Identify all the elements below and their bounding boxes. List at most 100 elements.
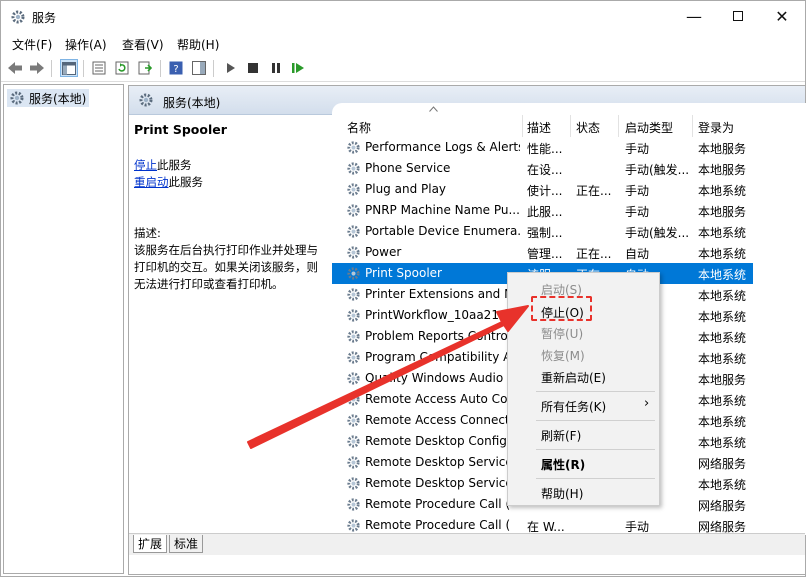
cell-log-on-as: 本地服务: [698, 373, 747, 387]
restart-service-link[interactable]: 重启动: [134, 175, 169, 189]
service-gear-icon: [347, 477, 360, 490]
column-startup-type[interactable]: 启动类型: [625, 119, 673, 136]
menu-bar: 文件(F) 操作(A) 查看(V) 帮助(H): [1, 33, 805, 54]
table-row[interactable]: Remote Procedure Call (在 W... 手动 网络服务: [332, 515, 753, 535]
cell-startup-type: 手动: [625, 184, 650, 198]
restart-service-button[interactable]: [289, 59, 307, 77]
service-gear-icon: [347, 435, 360, 448]
pause-service-button[interactable]: [267, 59, 285, 77]
cell-name: Phone Service: [365, 161, 451, 175]
show-tree-button[interactable]: [60, 59, 78, 77]
minimize-button[interactable]: —: [672, 1, 716, 31]
back-arrow-icon: [8, 62, 22, 74]
description-text: 该服务在后台执行打印作业并处理与打印机的交互。如果关闭该服务，则无法进行打印或查…: [134, 243, 318, 291]
cell-name: Program Compatibility A: [365, 350, 512, 364]
menu-item-resume[interactable]: 恢复(M): [541, 347, 585, 364]
console-tree-icon: [62, 61, 76, 75]
play-icon: [227, 63, 235, 73]
menu-view[interactable]: 查看(V): [122, 36, 164, 53]
cell-name: Portable Device Enumera...: [365, 224, 520, 238]
stop-link-suffix: 此服务: [157, 158, 192, 172]
cell-startup-type: 手动: [625, 142, 650, 156]
column-status[interactable]: 状态: [576, 119, 600, 136]
service-gear-icon: [347, 246, 360, 259]
column-log-on-as[interactable]: 登录为: [698, 119, 734, 136]
submenu-chevron-icon: ›: [644, 396, 650, 411]
menu-item-properties[interactable]: 属性(R): [541, 456, 585, 473]
table-row[interactable]: Power 管理... 正在... 自动 本地系统: [332, 242, 753, 263]
cell-name: PrintWorkflow_10aa21: [365, 308, 499, 322]
cell-status: 正在...: [576, 184, 612, 198]
menu-item-refresh[interactable]: 刷新(F): [541, 427, 581, 444]
menu-item-all-tasks[interactable]: 所有任务(K): [541, 398, 606, 415]
menu-help[interactable]: 帮助(H): [177, 36, 219, 53]
menu-item-restart[interactable]: 重新启动(E): [541, 369, 606, 386]
close-icon: ✕: [775, 6, 789, 26]
services-gear-icon: [10, 91, 24, 105]
column-description[interactable]: 描述: [527, 119, 551, 136]
cell-status: 正在...: [576, 247, 612, 261]
services-gear-icon: [139, 93, 153, 107]
cell-log-on-as: 本地系统: [698, 352, 747, 366]
table-row[interactable]: Performance Logs & Alerts 性能... 手动 本地服务: [332, 137, 753, 158]
menu-action[interactable]: 操作(A): [65, 36, 107, 53]
forward-button[interactable]: [28, 59, 46, 77]
cell-log-on-as: 网络服务: [698, 499, 747, 513]
service-gear-icon: [347, 372, 360, 385]
cell-name: Quality Windows Audio V: [365, 371, 516, 385]
start-service-button[interactable]: [222, 59, 240, 77]
cell-log-on-as: 本地服务: [698, 205, 747, 219]
refresh-icon: [115, 61, 129, 75]
cell-log-on-as: 本地服务: [698, 142, 747, 156]
export-list-icon: [138, 61, 152, 75]
cell-log-on-as: 本地系统: [698, 184, 747, 198]
service-gear-icon: [347, 204, 360, 217]
refresh-button[interactable]: [113, 59, 131, 77]
stop-highlight-box: [531, 296, 592, 321]
cell-name: Plug and Play: [365, 182, 447, 196]
cell-description: 性能...: [527, 142, 563, 156]
cell-log-on-as: 本地系统: [698, 289, 747, 303]
tab-standard[interactable]: 标准: [169, 535, 204, 553]
stop-service-button[interactable]: [244, 59, 262, 77]
view-tabs: 扩展 标准: [129, 533, 805, 555]
cell-description: 管理...: [527, 247, 563, 261]
maximize-button[interactable]: [716, 1, 760, 31]
cell-log-on-as: 本地系统: [698, 394, 747, 408]
table-row[interactable]: PNRP Machine Name Pu... 此服... 手动 本地服务: [332, 200, 753, 221]
service-gear-icon: [347, 141, 360, 154]
properties-button[interactable]: [90, 59, 108, 77]
close-button[interactable]: ✕: [760, 1, 804, 31]
tab-extended[interactable]: 扩展: [133, 535, 168, 553]
cell-name: Print Spooler: [365, 266, 442, 280]
cell-name: Remote Procedure Call (: [365, 518, 511, 532]
export-button[interactable]: [136, 59, 154, 77]
menu-file[interactable]: 文件(F): [12, 36, 52, 53]
stop-icon: [248, 63, 258, 73]
action-pane-icon: [192, 61, 206, 75]
cell-log-on-as: 本地系统: [698, 415, 747, 429]
window-title: 服务: [32, 11, 57, 25]
column-name[interactable]: 名称: [347, 119, 371, 136]
cell-log-on-as: 本地系统: [698, 331, 747, 345]
tree-node-services-local[interactable]: 服务(本地): [7, 89, 90, 107]
table-row[interactable]: Phone Service 在设... 手动(触发... 本地服务: [332, 158, 753, 179]
menu-item-pause[interactable]: 暂停(U): [541, 325, 583, 342]
cell-log-on-as: 本地服务: [698, 163, 747, 177]
cell-name: Remote Desktop Service: [365, 455, 513, 469]
menu-item-help[interactable]: 帮助(H): [541, 485, 583, 502]
stop-service-link[interactable]: 停止: [134, 158, 157, 172]
sort-ascending-icon: [429, 106, 438, 112]
minimize-icon: —: [686, 6, 702, 26]
table-row[interactable]: Portable Device Enumera... 强制... 手动(触发... 本…: [332, 221, 753, 242]
service-gear-icon: [347, 414, 360, 427]
panel-header-title: 服务(本地): [163, 96, 221, 110]
cell-description: 强制...: [527, 226, 563, 240]
cell-name: Remote Desktop Configu: [365, 434, 515, 448]
help-button[interactable]: ?: [167, 59, 185, 77]
back-button[interactable]: [6, 59, 24, 77]
service-gear-icon: [347, 330, 360, 343]
action-pane-button[interactable]: [190, 59, 208, 77]
description-label: 描述:: [134, 226, 161, 240]
table-row[interactable]: Plug and Play 使计... 正在... 手动 本地系统: [332, 179, 753, 200]
